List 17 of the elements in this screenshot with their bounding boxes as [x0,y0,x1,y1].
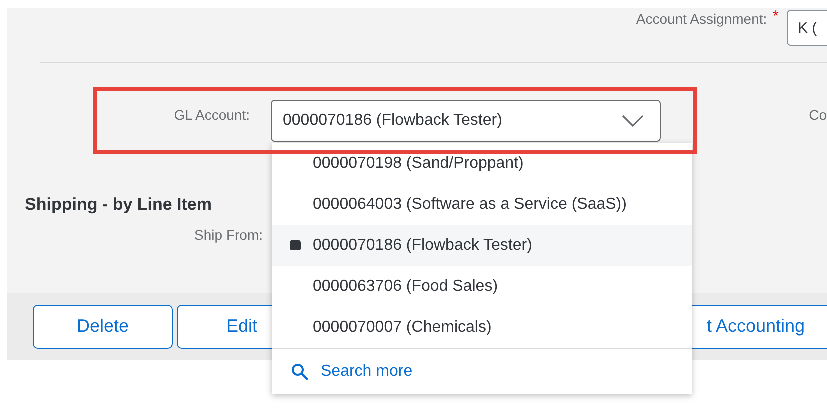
dropdown-item[interactable]: 0000070186 (Flowback Tester) [272,225,692,266]
search-icon [291,362,309,380]
dropdown-item[interactable]: 0000063706 (Food Sales) [272,266,692,307]
selected-marker-icon [290,240,301,250]
dropdown-item[interactable]: 0000070198 (Sand/Proppant) [272,143,692,184]
required-mark: * [773,8,779,25]
delete-button[interactable]: Delete [33,304,173,348]
search-more-link[interactable]: Search more [272,348,692,394]
field-label: Co [809,107,827,123]
field-label: GL Account: [173,107,250,123]
field-label: Account Assignment: [636,11,768,27]
dropdown-field[interactable]: 0000070186 (Flowback Tester) [271,100,661,142]
chevron-icon [622,115,644,127]
input-field[interactable]: K ( [787,10,827,46]
field-label: Ship From: [194,227,263,243]
dropdown-item[interactable]: 0000064003 (Software as a Service (SaaS)) [272,184,692,225]
section-title: Shipping - by Line Item [25,195,212,215]
